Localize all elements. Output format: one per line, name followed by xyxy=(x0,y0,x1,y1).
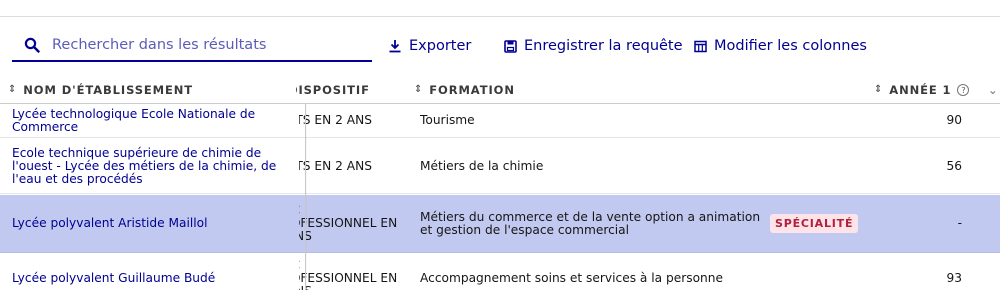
save-icon xyxy=(504,39,517,53)
column-header-formation[interactable]: ⇕ FORMATION xyxy=(414,77,515,103)
edit-columns-button[interactable]: Modifier les colonnes xyxy=(694,30,867,62)
dispositif-text: BAC PROFESSIONNEL EN 3 ANS xyxy=(299,259,398,290)
badge-cell: SPÉCIALITÉ xyxy=(770,195,860,252)
table-header: ⇕ NOM D'ÉTABLISSEMENT DISPOSITIF ⇕ FORMA… xyxy=(0,77,1000,104)
help-icon[interactable]: ? xyxy=(957,84,970,96)
table-row[interactable]: Lycée polyvalent Aristide Maillol BAC PR… xyxy=(0,195,1000,253)
download-icon xyxy=(389,40,401,53)
formation-cell: Tourisme xyxy=(420,113,475,127)
dispositif-text: BTS EN 2 ANS xyxy=(299,113,372,127)
column-header-name-label: NOM D'ÉTABLISSEMENT xyxy=(23,83,194,97)
establishment-name[interactable]: Lycée polyvalent Guillaume Budé xyxy=(12,254,292,290)
table-row[interactable]: Ecole technique supérieure de chimie de … xyxy=(0,139,1000,194)
dispositif-text: BTS EN 2 ANS xyxy=(299,158,372,173)
search-icon[interactable] xyxy=(12,37,52,53)
top-divider xyxy=(0,16,1000,17)
column-header-annee[interactable]: ⇕ ANNÉE 1 ? xyxy=(874,77,970,103)
dispositif-text: BAC PROFESSIONNEL EN 3 ANS xyxy=(299,204,398,243)
toolbar: Rechercher dans les résultats Exporter E… xyxy=(0,30,1000,64)
year1-value: 93 xyxy=(946,271,962,285)
year1-value: 56 xyxy=(946,158,962,173)
sort-icon[interactable]: ⇕ xyxy=(8,85,17,95)
year1-value: - xyxy=(957,216,962,230)
dispositif-cell: BTS EN 2 ANS xyxy=(299,139,404,193)
column-header-dispositif[interactable]: DISPOSITIF xyxy=(296,77,404,103)
sort-icon[interactable]: ⇕ xyxy=(414,85,423,95)
column-header-name[interactable]: ⇕ NOM D'ÉTABLISSEMENT xyxy=(8,77,193,103)
column-header-annee-label: ANNÉE 1 xyxy=(889,83,952,97)
edit-columns-label: Modifier les colonnes xyxy=(714,38,867,54)
dispositif-cell: BAC PROFESSIONNEL EN 3 ANS xyxy=(299,254,404,290)
year1-value: 90 xyxy=(946,113,962,127)
table-row[interactable]: Lycée polyvalent Guillaume Budé BAC PROF… xyxy=(0,254,1000,290)
establishment-name[interactable]: Ecole technique supérieure de chimie de … xyxy=(12,139,292,193)
formation-cell: Accompagnement soins et services à la pe… xyxy=(420,271,724,285)
table-row[interactable]: Lycée technologique Ecole Nationale de C… xyxy=(0,104,1000,138)
specialite-badge: SPÉCIALITÉ xyxy=(770,214,859,233)
formation-cell: Métiers du commerce et de la vente optio… xyxy=(420,209,761,237)
export-label: Exporter xyxy=(409,38,472,54)
save-query-button[interactable]: Enregistrer la requête xyxy=(504,30,683,62)
establishment-name[interactable]: Lycée technologique Ecole Nationale de C… xyxy=(12,104,292,137)
establishment-name[interactable]: Lycée polyvalent Aristide Maillol xyxy=(12,195,292,252)
table-icon xyxy=(694,40,707,52)
formation-cell: Métiers de la chimie xyxy=(420,158,544,173)
dispositif-cell: BAC PROFESSIONNEL EN 3 ANS xyxy=(299,195,404,252)
column-header-dispositif-label: DISPOSITIF xyxy=(296,83,370,97)
export-button[interactable]: Exporter xyxy=(388,30,471,62)
dispositif-cell: BTS EN 2 ANS xyxy=(299,104,404,137)
sort-icon[interactable]: ⇕ xyxy=(874,85,883,95)
chevron-down-icon[interactable]: ⌄ xyxy=(988,77,999,103)
search-input[interactable]: Rechercher dans les résultats xyxy=(52,37,266,53)
save-query-label: Enregistrer la requête xyxy=(524,38,683,54)
sticky-column-shadow xyxy=(305,104,307,290)
search-field[interactable]: Rechercher dans les résultats xyxy=(12,30,372,62)
column-header-formation-label: FORMATION xyxy=(429,83,515,97)
